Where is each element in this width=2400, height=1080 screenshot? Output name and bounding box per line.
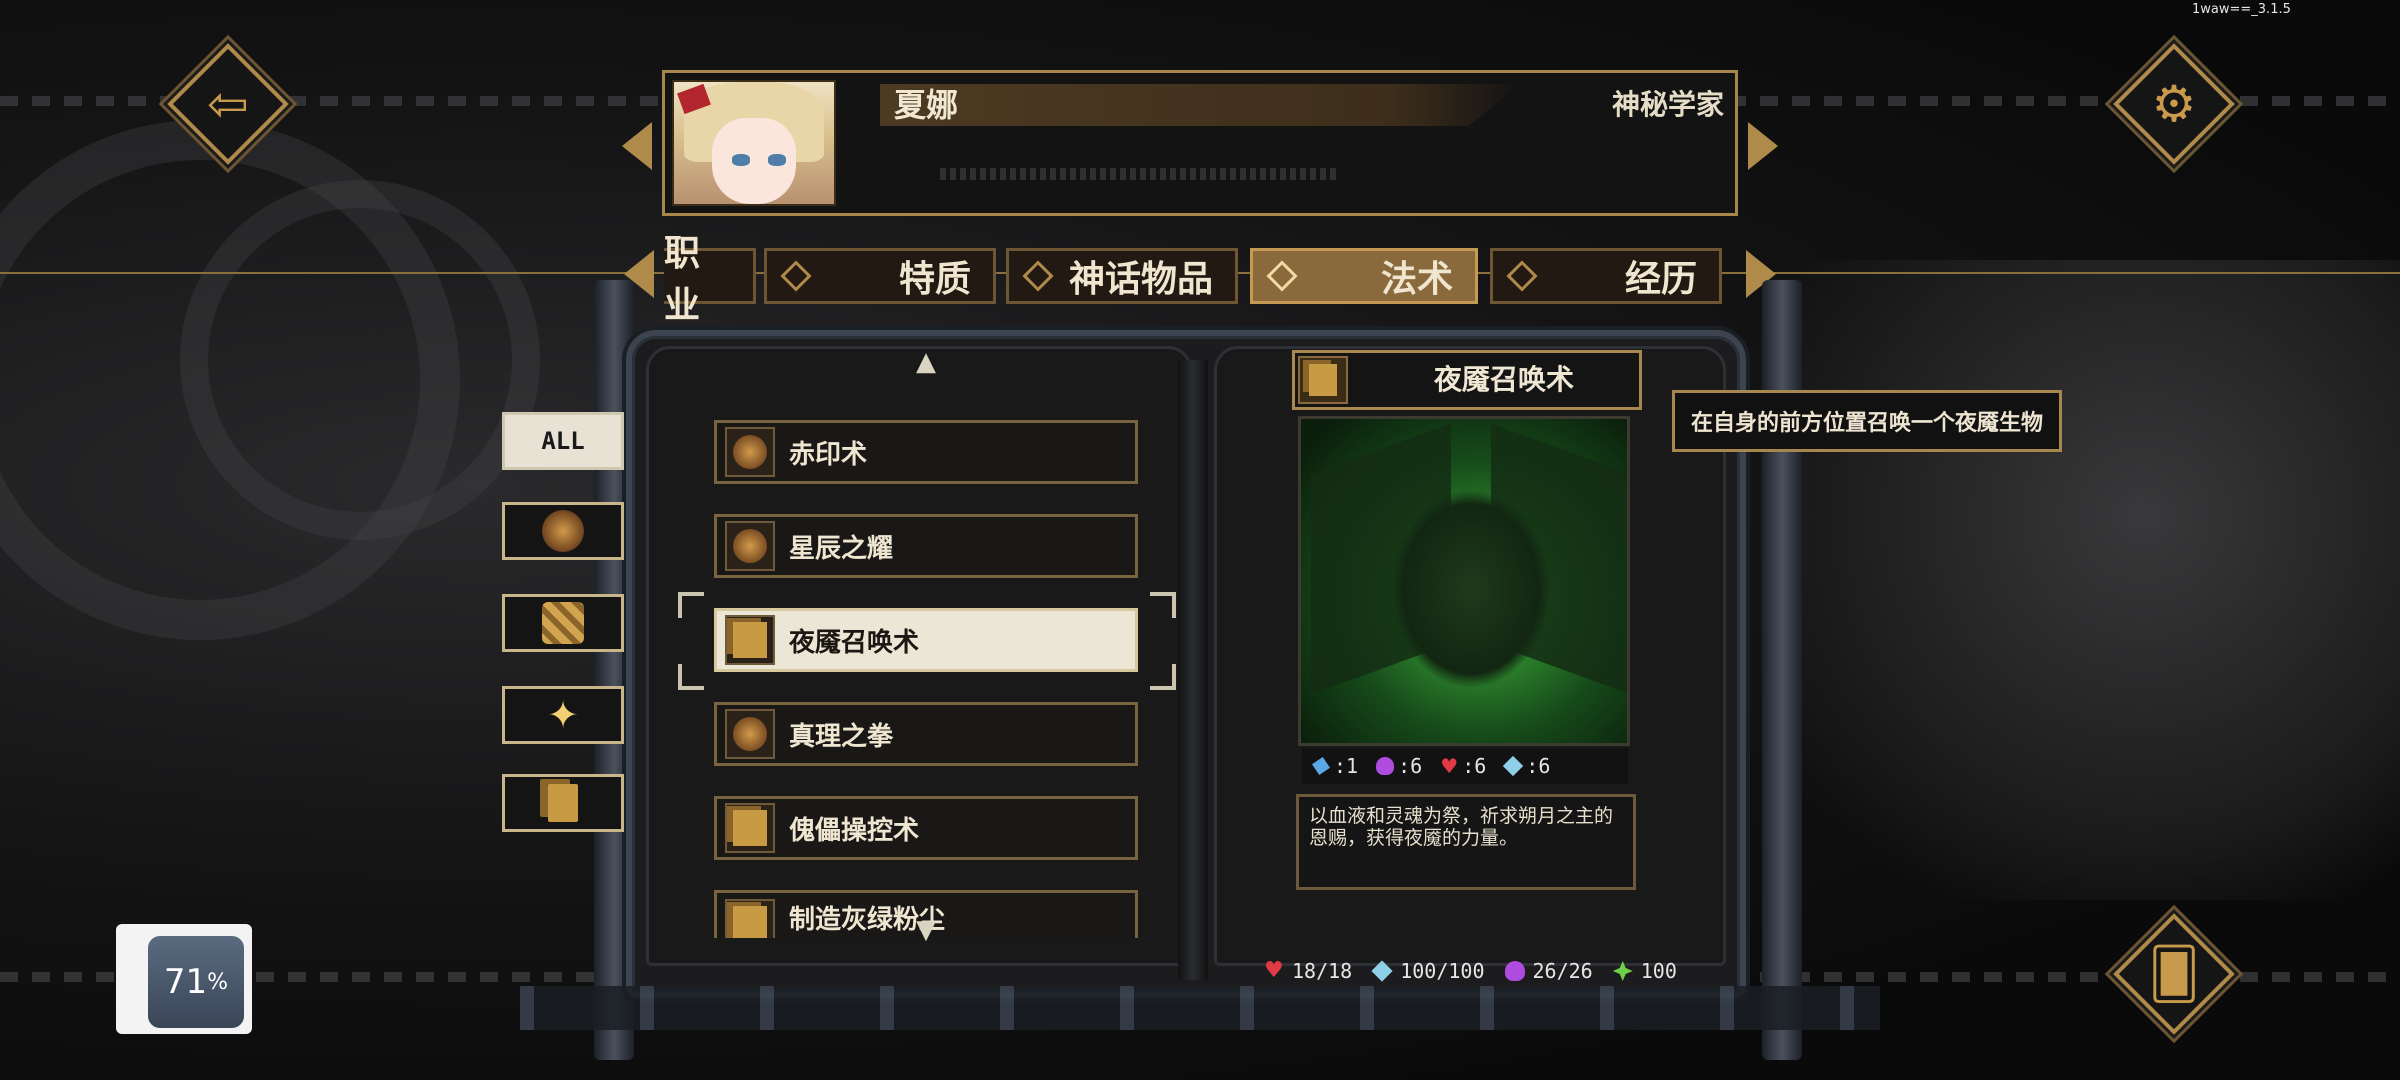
spell-label: 夜魇召唤术 (789, 627, 920, 658)
tab-traits[interactable]: 特质 (764, 248, 996, 304)
spell-tooltip: 在自身的前方位置召唤一个夜魇生物 (1672, 390, 2062, 452)
character-subtitle-deco (940, 168, 1340, 180)
filter-coins-button[interactable] (502, 594, 624, 652)
spell-label: 赤印术 (789, 439, 868, 470)
battery-unit: % (207, 969, 229, 995)
skull-icon (725, 427, 775, 477)
card-artwork (1298, 416, 1630, 746)
spell-label: 星辰之耀 (789, 533, 894, 564)
cards-icon (548, 784, 578, 822)
tab-label: 特质 (898, 258, 971, 300)
card-stat: :6 (1503, 754, 1550, 778)
character-portrait (672, 80, 836, 206)
spell-label: 真理之拳 (789, 721, 894, 752)
bg-swirl (180, 180, 540, 540)
hp-resource: ♥ 18/18 (1264, 958, 1353, 983)
selection-bracket (678, 592, 704, 618)
tab-label: 神话物品 (1068, 258, 1213, 300)
red-heart-icon: ♥ (1264, 958, 1284, 983)
coins-icon (542, 602, 584, 644)
sanity-resource: 100/100 (1371, 959, 1485, 983)
cyan-gem-icon (1503, 755, 1524, 777)
book-spine (1178, 360, 1208, 980)
card-stats: :1 :6 ♥ :6 :6 (1302, 748, 1628, 784)
bg-pillar-shadow (1760, 260, 2400, 900)
character-name: 夏娜 (894, 86, 959, 124)
filter-sparkle-button[interactable]: ✦ (502, 686, 624, 744)
back-button[interactable]: ⇦ (167, 43, 289, 165)
prev-character-arrow[interactable] (622, 122, 652, 170)
filter-all-button[interactable]: ALL (502, 412, 624, 470)
skull-icon (725, 521, 775, 571)
settings-button[interactable]: ⚙ (2113, 43, 2235, 165)
next-character-arrow[interactable] (1748, 122, 1778, 170)
card-description: 以血液和灵魂为祭，祈求朔月之主的恩赐，获得夜魇的力量。 (1296, 794, 1636, 890)
card-stat: :6 (1376, 754, 1422, 778)
tab-label: 经历 (1624, 258, 1697, 300)
diamond-icon (1022, 260, 1054, 292)
filter-skull-button[interactable] (502, 502, 624, 560)
spell-label: 傀儡操控术 (789, 815, 920, 846)
name-bar (880, 84, 1520, 126)
selection-bracket (1150, 592, 1176, 618)
cards-icon (725, 899, 775, 938)
selection-bracket (1150, 664, 1176, 690)
tab-history[interactable]: 经历 (1490, 248, 1722, 304)
blue-boot-icon (1312, 757, 1330, 775)
cyan-gem-icon (1371, 960, 1393, 982)
battery-indicator: 71% (148, 936, 244, 1028)
spell-item[interactable]: 赤印术 (714, 420, 1138, 484)
tab-mythic-items[interactable]: 神话物品 (1006, 248, 1238, 304)
cards-icon (1298, 356, 1348, 404)
selection-bracket (678, 664, 704, 690)
scroll-down-icon[interactable]: ▼ (908, 917, 944, 943)
sparkle-icon: ✦ (547, 693, 579, 737)
back-arrow-icon: ⇦ (207, 75, 249, 133)
diamond-icon (1506, 260, 1538, 292)
book-base-decoration (520, 986, 1880, 1030)
spell-item-selected[interactable]: 夜魇召唤术 (714, 608, 1138, 672)
card-title: 夜魇召唤术 (1433, 363, 1574, 396)
purple-potion-icon (1504, 961, 1525, 981)
mana-resource: 26/26 (1504, 959, 1593, 983)
skull-icon (542, 510, 584, 552)
diamond-icon (1266, 260, 1298, 292)
filter-all-label: ALL (541, 427, 585, 455)
spell-item[interactable]: 傀儡操控术 (714, 796, 1138, 860)
red-heart-icon: ♥ (1440, 754, 1459, 778)
diamond-icon (780, 260, 812, 292)
resource-bar: ♥ 18/18 100/100 26/26 100 (1264, 954, 1677, 988)
spell-item[interactable]: 真理之拳 (714, 702, 1138, 766)
tab-profession[interactable]: 职业 (664, 232, 756, 326)
scroll-up-icon[interactable]: ▲ (908, 349, 944, 375)
battery-percent: 71 (163, 962, 208, 1002)
filter-cards-button[interactable] (502, 774, 624, 832)
skull-icon (725, 709, 775, 759)
tab-label: 职业 (664, 232, 701, 326)
clover-icon (1612, 961, 1633, 981)
version-label: 1waw==_3.1.5 (2192, 2, 2291, 17)
character-class: 神秘学家 (1611, 88, 1724, 121)
tab-spells[interactable]: 法术 (1250, 248, 1478, 304)
card-stat: ♥ :6 (1440, 754, 1487, 778)
purple-potion-icon (1376, 757, 1395, 775)
deck-button[interactable]: 🂠 (2113, 913, 2235, 1035)
gear-icon: ⚙ (2151, 75, 2197, 133)
cards-icon (725, 615, 775, 665)
tab-label: 法术 (1380, 258, 1453, 300)
cards-icon (725, 803, 775, 853)
spell-item[interactable]: 星辰之耀 (714, 514, 1138, 578)
cards-icon: 🂠 (2148, 945, 2200, 1003)
luck-resource: 100 (1612, 959, 1677, 983)
card-stat: :1 (1312, 754, 1358, 778)
